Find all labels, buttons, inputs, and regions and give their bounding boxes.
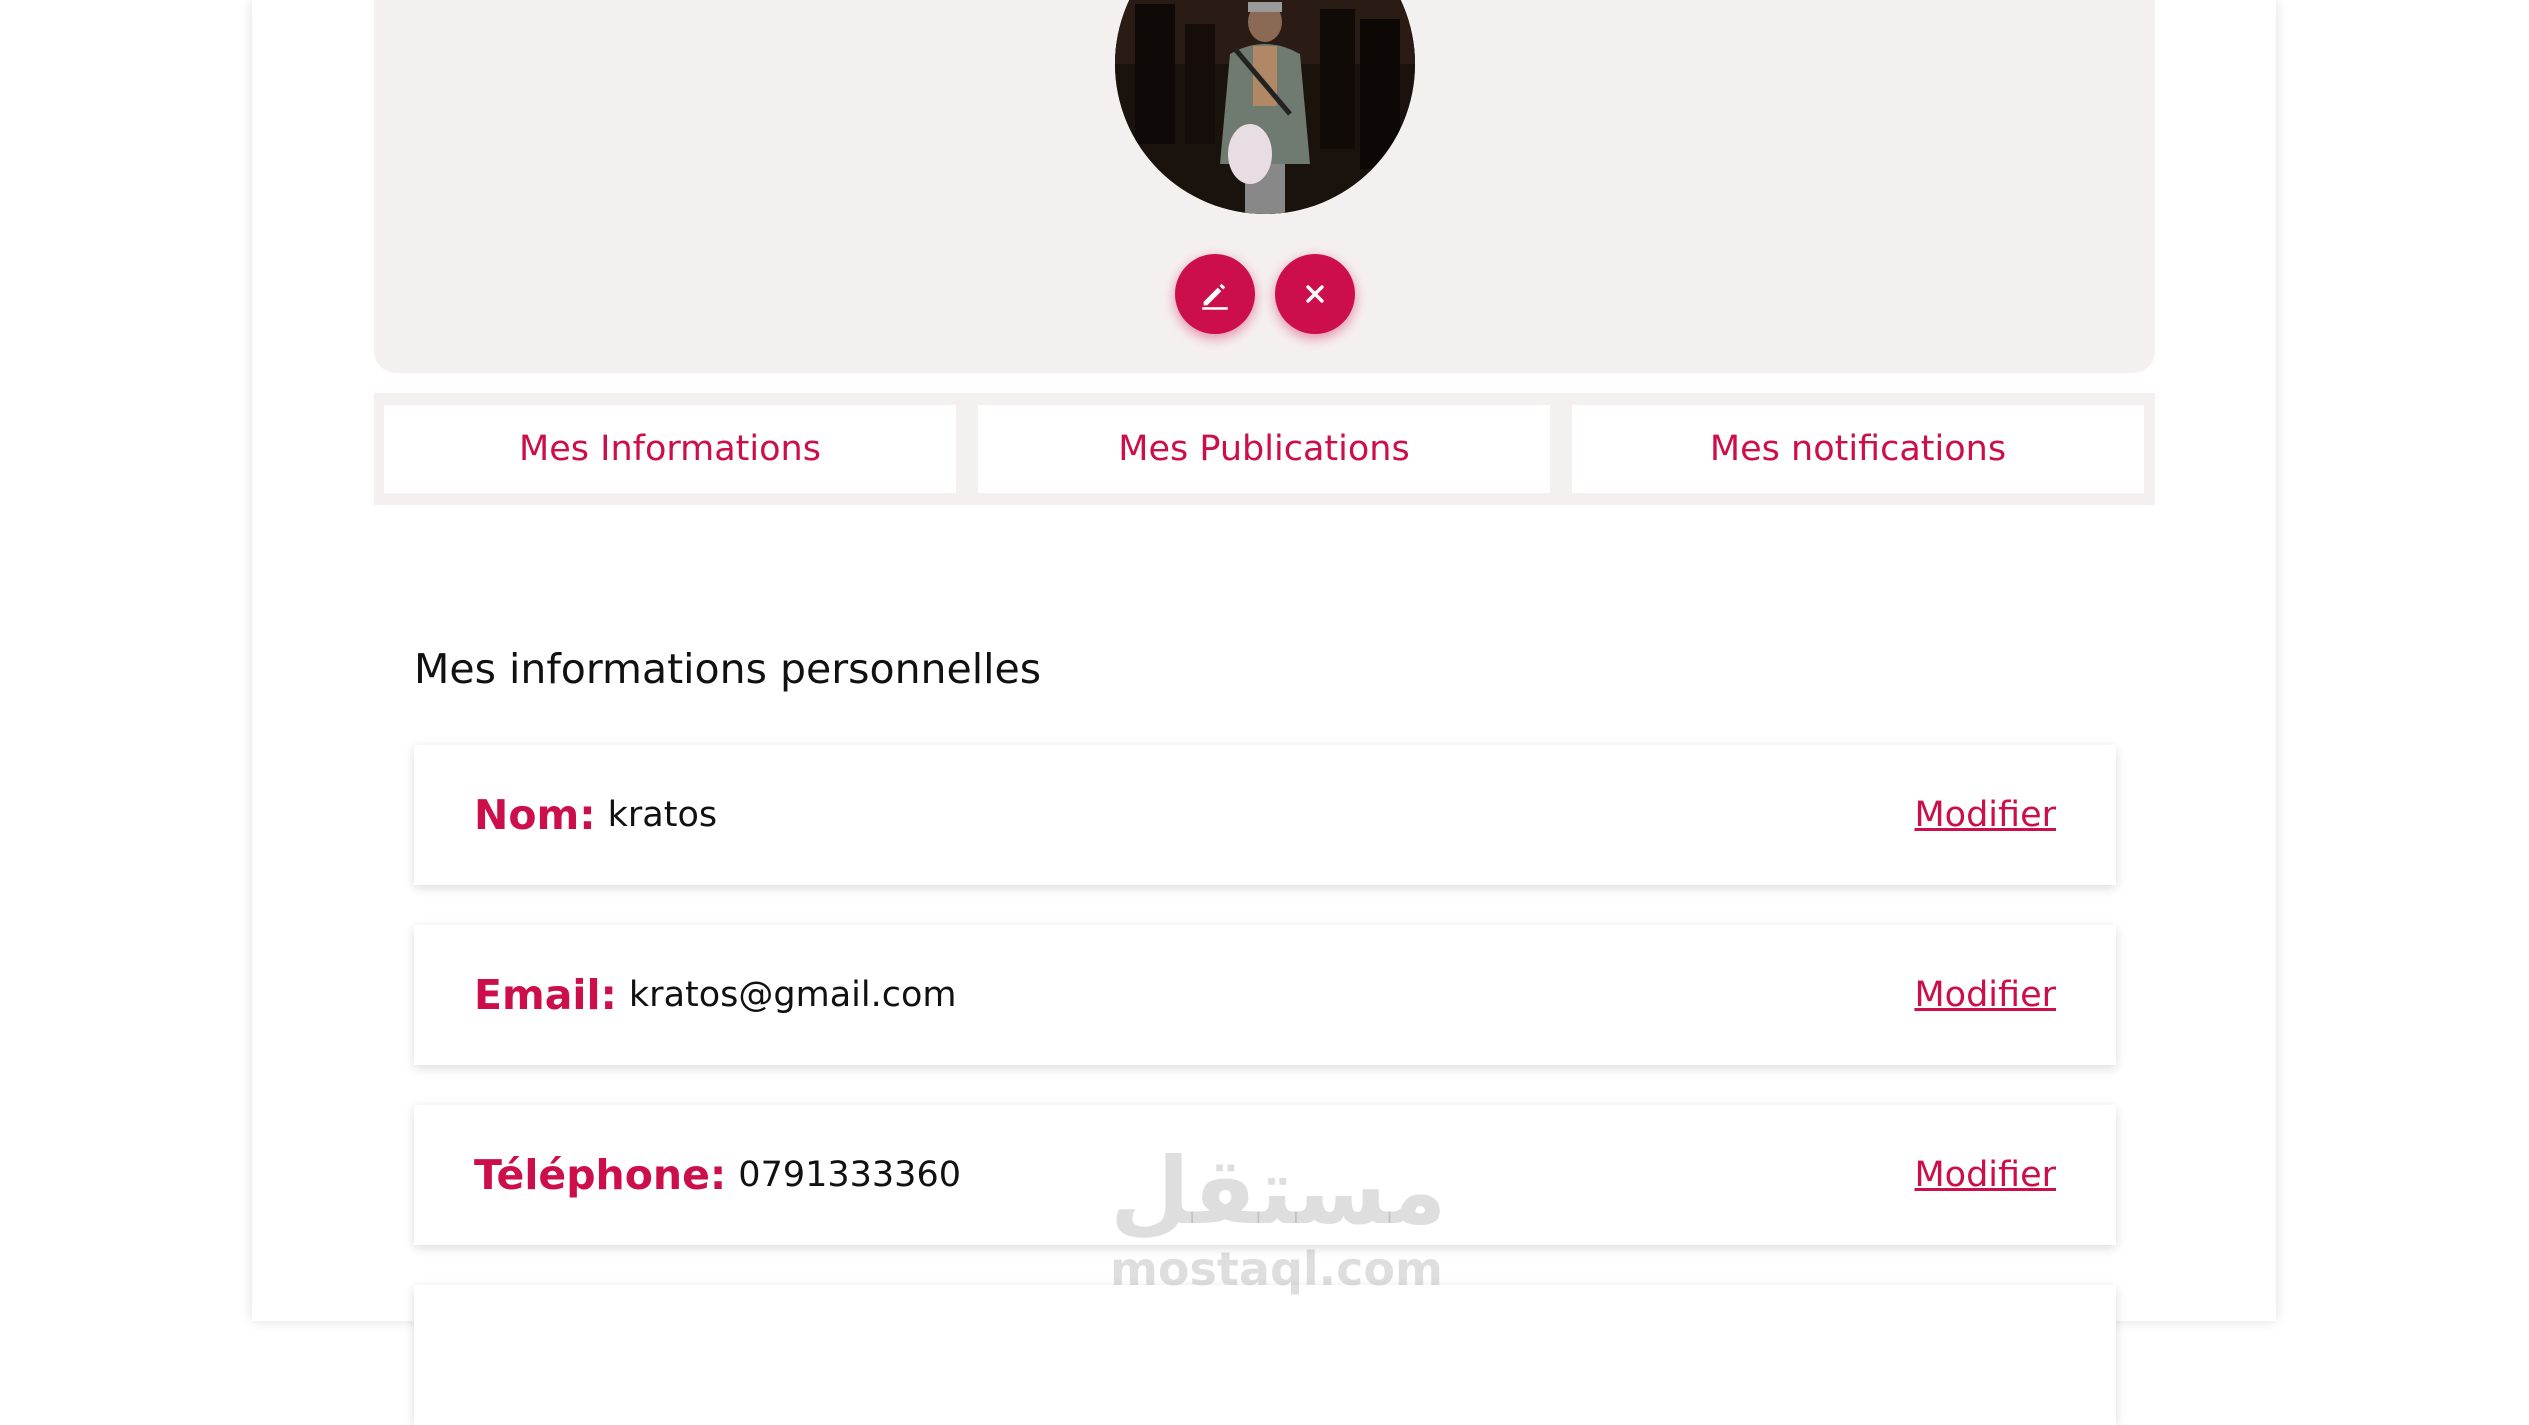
field-label: Email: (474, 971, 617, 1019)
watermark: مستقل mostaql.com (1110, 1138, 1447, 1296)
info-card-nom: Nom: kratos Modifier (414, 745, 2116, 885)
edit-avatar-button[interactable] (1175, 254, 1255, 334)
pencil-icon (1202, 283, 1228, 310)
info-card-partial (414, 1285, 2116, 1425)
field-value: 0791333360 (738, 1155, 961, 1195)
field-label: Nom: (474, 791, 596, 839)
modify-telephone-link[interactable]: Modifier (1914, 1105, 2056, 1245)
tab-notifications[interactable]: Mes notifications (1572, 405, 2144, 493)
field-value: kratos (607, 795, 718, 835)
field-value: kratos@gmail.com (628, 975, 957, 1015)
watermark-arabic: مستقل (1110, 1138, 1447, 1245)
info-line: Email: kratos@gmail.com (474, 925, 956, 1065)
info-line: Nom: kratos (474, 745, 717, 885)
modify-email-link[interactable]: Modifier (1914, 925, 2056, 1065)
info-card-email: Email: kratos@gmail.com Modifier (414, 925, 2116, 1065)
info-line: Téléphone: 0791333360 (474, 1105, 961, 1245)
close-icon (1306, 285, 1324, 303)
watermark-latin: mostaql.com (1110, 1242, 1443, 1296)
modify-nom-link[interactable]: Modifier (1914, 745, 2056, 885)
remove-avatar-button[interactable] (1275, 254, 1355, 334)
tab-informations[interactable]: Mes Informations (384, 405, 956, 493)
section-title: Mes informations personnelles (414, 645, 1042, 693)
field-label: Téléphone: (474, 1151, 727, 1199)
profile-tabs: Mes Informations Mes Publications Mes no… (374, 393, 2155, 505)
tab-publications[interactable]: Mes Publications (978, 405, 1550, 493)
